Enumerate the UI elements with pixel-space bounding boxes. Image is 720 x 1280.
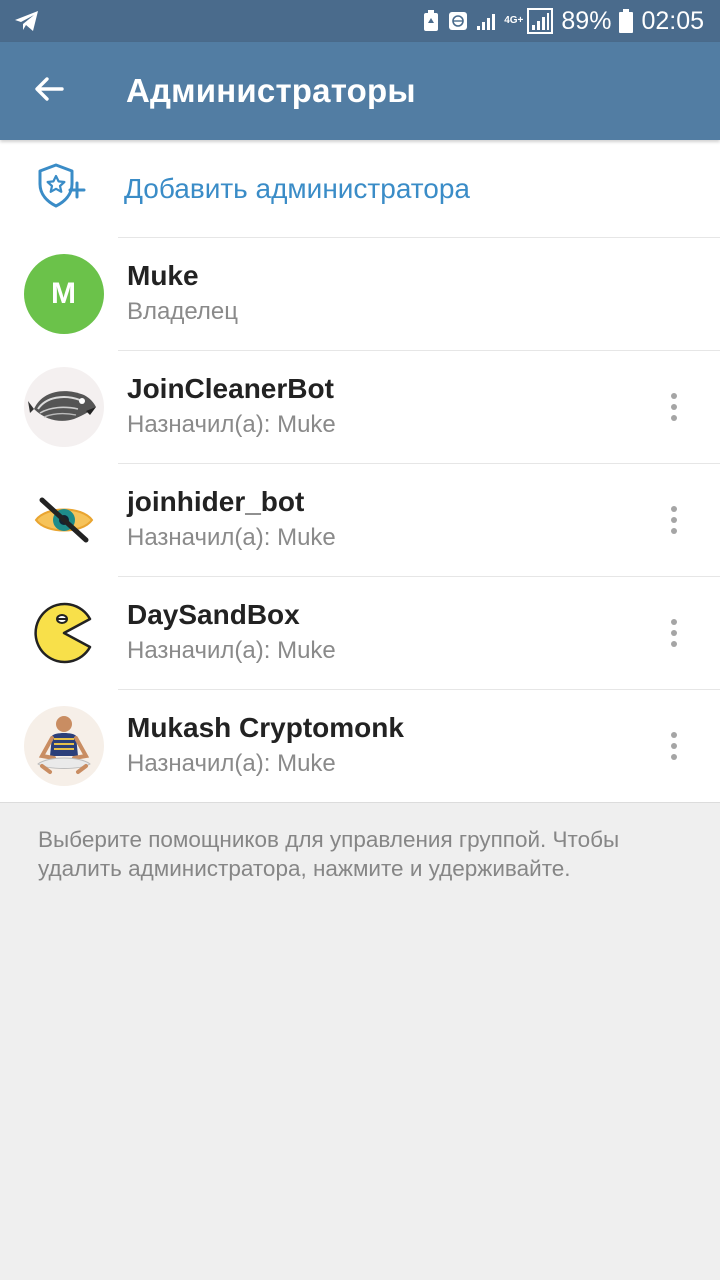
signal-strength-icon xyxy=(527,8,554,34)
admin-assigned-by: Назначил(а): Muke xyxy=(127,524,336,551)
avatar: M xyxy=(23,254,104,334)
meditating-person-avatar xyxy=(23,706,104,786)
admin-list: Добавить администратора M Muke Владелец xyxy=(0,140,720,802)
more-options-button[interactable] xyxy=(628,351,720,463)
fish-avatar xyxy=(23,367,104,447)
admin-row-muke[interactable]: M Muke Владелец xyxy=(0,238,720,350)
signal-icon xyxy=(476,11,496,31)
web-icon xyxy=(448,11,468,31)
admin-name: joinhider_bot xyxy=(127,486,305,517)
admin-name: JoinCleanerBot xyxy=(127,373,334,404)
more-options-button[interactable] xyxy=(628,464,720,576)
clock: 02:05 xyxy=(641,6,704,35)
admin-assigned-by: Назначил(а): Muke xyxy=(127,411,336,438)
admin-name: Muke xyxy=(127,260,199,291)
battery-percent: 89% xyxy=(561,6,612,35)
hint-text: Выберите помощников для управления групп… xyxy=(0,802,720,883)
back-button[interactable] xyxy=(0,42,98,140)
add-admin-label: Добавить администратора xyxy=(124,172,471,204)
admin-row-joincleanerbot[interactable]: JoinCleanerBot Назначил(а): Muke xyxy=(0,351,720,463)
battery-icon xyxy=(619,9,634,33)
pacman-avatar xyxy=(23,593,104,673)
admin-assigned-by: Назначил(а): Muke xyxy=(127,637,336,664)
add-admin-button[interactable]: Добавить администратора xyxy=(0,140,720,237)
more-options-button[interactable] xyxy=(628,690,720,802)
more-vert-icon xyxy=(671,506,677,534)
admin-row-mukash-cryptomonk[interactable]: Mukash Cryptomonk Назначил(а): Muke xyxy=(0,690,720,802)
page-title: Администраторы xyxy=(126,72,416,109)
shield-star-plus-icon xyxy=(36,162,88,215)
status-bar: 4G+ 89% 02:05 xyxy=(0,0,720,42)
admin-name: DaySandBox xyxy=(127,599,300,630)
more-vert-icon xyxy=(671,732,677,760)
admin-assigned-by: Назначил(а): Muke xyxy=(127,750,336,777)
admin-role: Владелец xyxy=(127,298,239,325)
arrow-left-icon xyxy=(34,76,64,107)
app-bar: Администраторы xyxy=(0,42,720,140)
telegram-icon xyxy=(14,10,40,32)
admin-row-daysandbox[interactable]: DaySandBox Назначил(а): Muke xyxy=(0,577,720,689)
network-type-label: 4G+ xyxy=(504,15,524,26)
crossed-eye-avatar xyxy=(23,480,104,560)
admin-name: Mukash Cryptomonk xyxy=(127,712,404,743)
more-options-button[interactable] xyxy=(628,577,720,689)
admin-row-joinhider-bot[interactable]: joinhider_bot Назначил(а): Muke xyxy=(0,464,720,576)
more-vert-icon xyxy=(671,393,677,421)
more-vert-icon xyxy=(671,619,677,647)
battery-saver-icon xyxy=(422,10,440,32)
